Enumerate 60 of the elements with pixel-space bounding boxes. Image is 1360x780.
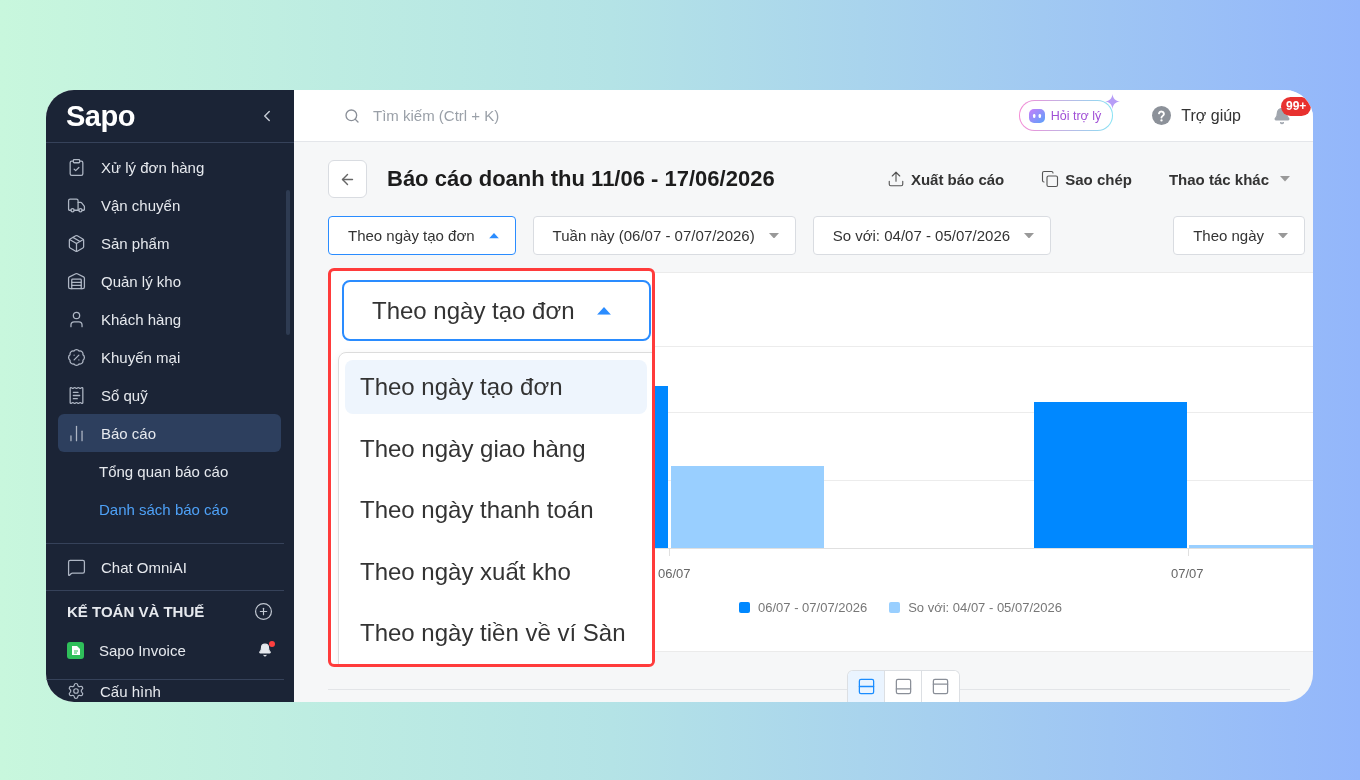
page-title: Báo cáo doanh thu 11/06 - 17/06/2026 xyxy=(387,166,775,192)
sidebar-menu-item[interactable]: Quản lý kho xyxy=(58,262,281,300)
sparkle-icon xyxy=(1105,94,1121,109)
receipt-icon xyxy=(67,385,86,405)
bar-chart-icon xyxy=(67,423,86,443)
gear-icon xyxy=(67,682,85,700)
caret-icon xyxy=(488,232,499,239)
sidebar-menu-item[interactable]: Chat OmniAI xyxy=(58,548,281,586)
sidebar-menu-item[interactable]: Xử lý đơn hàng xyxy=(58,148,281,186)
section-heading: KẾ TOÁN VÀ THUẾ xyxy=(67,602,205,620)
sidebar-menu-item[interactable]: Vận chuyển xyxy=(58,186,281,224)
panel-top-icon xyxy=(931,677,950,696)
sidebar-menu-item[interactable]: Khuyến mại xyxy=(58,338,281,376)
layout-toggle-button[interactable] xyxy=(848,671,885,702)
back-button[interactable] xyxy=(328,160,367,198)
sidebar-menu-item[interactable]: Sổ quỹ xyxy=(58,376,281,414)
toolbar-action[interactable]: Sao chép xyxy=(1041,170,1132,188)
sidebar-menu-item[interactable]: Sapo Invoice xyxy=(58,631,281,669)
bell-icon xyxy=(258,643,272,657)
filter-select[interactable]: Theo ngày xyxy=(1173,216,1306,255)
upload-icon xyxy=(886,170,905,188)
clipboard-check-icon xyxy=(67,157,86,177)
notification-badge: 99+ xyxy=(1281,96,1312,116)
caret-icon xyxy=(1280,176,1290,182)
warehouse-icon xyxy=(67,271,86,291)
caret-icon xyxy=(768,232,779,239)
legend-label[interactable]: So với: 04/07 - 05/07/2026 xyxy=(908,600,1062,615)
chat-bubble-icon xyxy=(67,557,86,577)
copy-icon xyxy=(1041,170,1060,188)
sidebar-menu-item[interactable]: Cấu hình xyxy=(58,680,281,702)
sidebar-menu-item[interactable]: Sản phẩm xyxy=(58,224,281,262)
logo[interactable]: Sapo xyxy=(66,99,135,133)
package-icon xyxy=(67,233,86,253)
toolbar-action[interactable]: Xuất báo cáo xyxy=(886,170,1005,188)
filter-select[interactable]: Theo ngày tạo đơn xyxy=(328,216,516,255)
panel-bottom-icon xyxy=(893,677,913,696)
split-rows-icon xyxy=(856,677,876,696)
sidebar-menu-item[interactable]: Khách hàng xyxy=(58,300,281,338)
help-button[interactable]: Trợ giúp xyxy=(1152,106,1241,125)
help-icon xyxy=(1152,106,1172,125)
user-icon xyxy=(67,309,86,329)
sidebar-menu-item[interactable]: Báo cáo xyxy=(58,414,281,452)
filter-select[interactable]: So với: 04/07 - 05/07/2026 xyxy=(812,216,1052,255)
percent-badge-icon xyxy=(67,347,86,367)
dropdown-option[interactable]: Theo ngày tiền về ví Sàn xyxy=(345,606,647,660)
sidebar-submenu-item[interactable]: Danh sách báo cáo xyxy=(58,490,281,528)
app-tile-icon xyxy=(67,641,84,659)
search-icon xyxy=(344,107,360,124)
caret-icon xyxy=(1278,232,1289,239)
caret-icon xyxy=(1024,232,1035,239)
axis-label: 06/07 xyxy=(658,565,692,581)
legend-label[interactable]: 06/07 - 07/07/2026 xyxy=(758,600,868,615)
sidebar-submenu-item[interactable]: Tổng quan báo cáo xyxy=(58,452,281,490)
assistant-button[interactable]: Hỏi trợ lý xyxy=(1018,100,1114,131)
search-field[interactable]: Tìm kiếm (Ctrl + K) xyxy=(373,103,693,128)
axis-label: 07/07 xyxy=(1171,565,1205,581)
toolbar-action[interactable]: Thao tác khác xyxy=(1168,170,1290,188)
filter-select[interactable]: Tuần này (06/07 - 07/07/2026) xyxy=(532,216,796,255)
add-icon[interactable] xyxy=(254,601,273,621)
robot-icon xyxy=(1028,108,1045,123)
